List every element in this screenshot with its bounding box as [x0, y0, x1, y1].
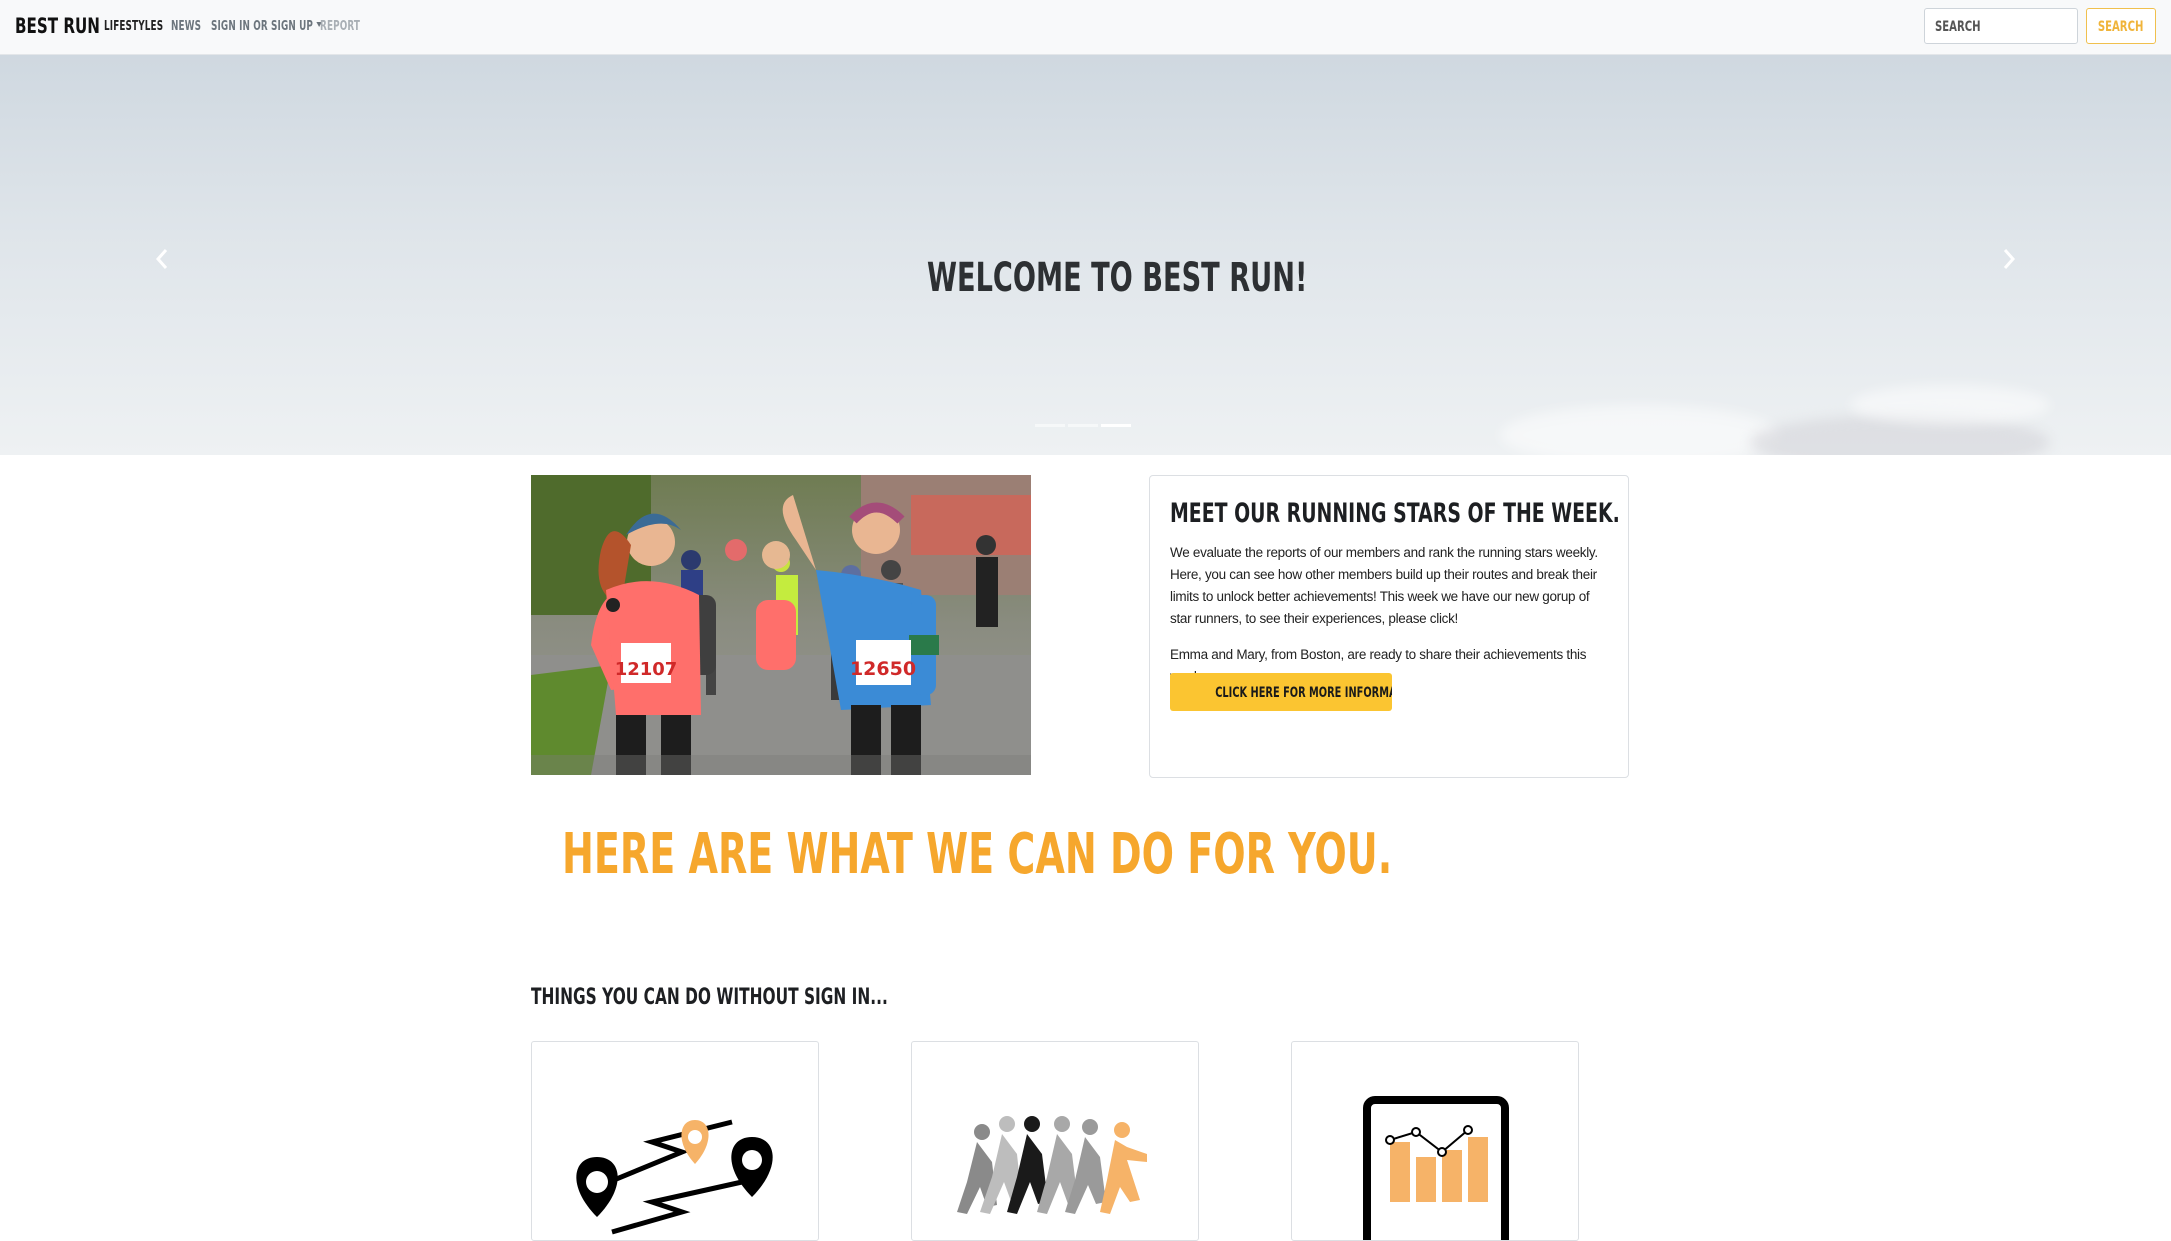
feature-card-community[interactable]: [911, 1041, 1199, 1241]
running-stars-title: MEET OUR RUNNING STARS OF THE WEEK.: [1170, 498, 1620, 529]
hero-title: WELCOME TO BEST RUN!: [927, 255, 1308, 301]
report-chart-icon: [1363, 1096, 1509, 1240]
chevron-right-icon: [2003, 249, 2016, 269]
nav-item-news[interactable]: NEWS: [171, 19, 201, 34]
carousel-indicators: [1035, 414, 1134, 432]
feature-card-routes[interactable]: [531, 1041, 819, 1241]
runners-photo-image: 12107 12650: [531, 475, 1031, 775]
services-heading: HERE ARE WHAT WE CAN DO FOR YOU.: [562, 822, 1393, 887]
more-info-button-label: CLICK HERE FOR MORE INFORMATION.: [1215, 685, 1392, 701]
more-info-button[interactable]: CLICK HERE FOR MORE INFORMATION.: [1170, 673, 1392, 711]
carousel-indicator[interactable]: [1035, 424, 1065, 427]
runner-bib-right: 12650: [850, 658, 916, 680]
search-button[interactable]: SEARCH: [2086, 8, 2156, 44]
search-input[interactable]: SEARCH: [1924, 8, 2078, 44]
navbar: BEST RUN LIFESTYLES NEWS SIGN IN OR SIGN…: [0, 0, 2171, 55]
chevron-left-icon: [155, 249, 168, 269]
carousel-indicator[interactable]: [1068, 424, 1098, 427]
nav-item-report: REPORT: [320, 19, 361, 34]
runners-group-icon: [957, 1116, 1147, 1214]
services-subheading: THINGS YOU CAN DO WITHOUT SIGN IN...: [531, 985, 888, 1010]
carousel-prev-button[interactable]: [154, 245, 170, 279]
carousel-next-button[interactable]: [2001, 245, 2017, 279]
route-map-icon: [576, 1119, 773, 1235]
hero-cloud: [1850, 385, 2050, 425]
carousel-indicator-active[interactable]: [1101, 424, 1131, 427]
brand-logo[interactable]: BEST RUN: [15, 14, 100, 38]
hero-cloud: [1500, 405, 1780, 455]
nav-item-sign-in-label: SIGN IN OR SIGN UP: [211, 19, 314, 34]
search-button-label: SEARCH: [2098, 19, 2144, 35]
running-stars-description: We evaluate the reports of our members a…: [1170, 545, 1598, 626]
nav-item-lifestyles[interactable]: LIFESTYLES: [104, 19, 163, 34]
nav-item-sign-in-dropdown[interactable]: SIGN IN OR SIGN UP: [211, 19, 322, 34]
feature-card-reports[interactable]: [1291, 1041, 1579, 1241]
runners-photo: 12107 12650: [531, 475, 1031, 775]
running-stars-card: MEET OUR RUNNING STARS OF THE WEEK. We e…: [1149, 475, 1629, 778]
runner-bib-left: 12107: [615, 659, 678, 680]
search-placeholder: SEARCH: [1935, 19, 1981, 35]
hero-carousel: WELCOME TO BEST RUN!: [0, 55, 2171, 455]
